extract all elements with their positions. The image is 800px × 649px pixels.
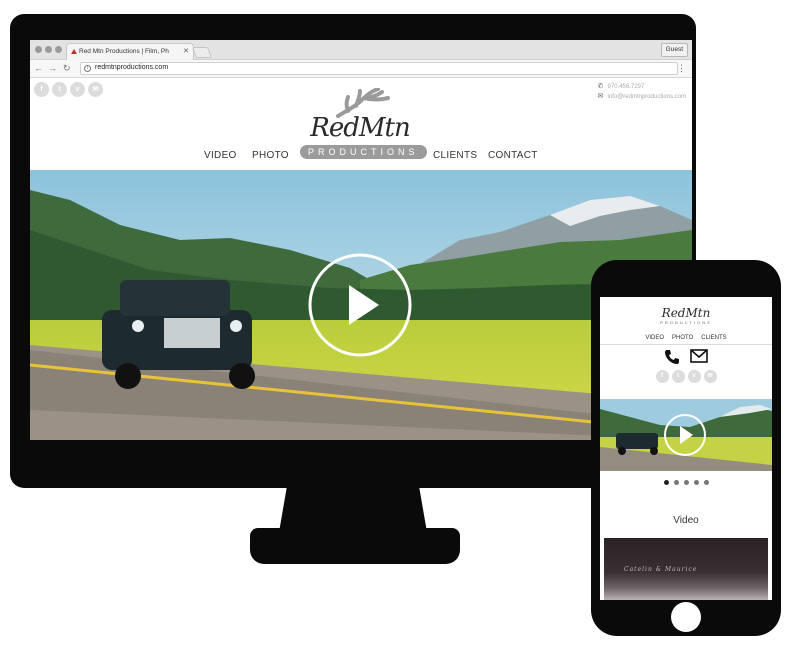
mobile-social-links: f t v ✉ xyxy=(600,370,772,383)
logo-subtitle: PRODUCTIONS xyxy=(300,145,427,159)
phone-icon[interactable] xyxy=(664,349,680,365)
vimeo-icon[interactable]: v xyxy=(687,370,701,383)
carousel-dot-5[interactable] xyxy=(703,480,709,485)
header-contact: ✆ 970.456.7297 ✉ info@redmtnproductions.co… xyxy=(598,82,686,102)
video-thumbnail[interactable]: Catelin & Maurice xyxy=(604,538,768,600)
tab-close-icon[interactable]: ✕ xyxy=(183,47,189,55)
carousel-dot-1[interactable] xyxy=(663,480,669,485)
phone-icon: ✆ xyxy=(597,83,604,90)
address-bar[interactable]: i redmtnproductions.com xyxy=(80,62,678,75)
tab-title: Red Mtn Productions | Film, Ph xyxy=(79,48,169,55)
carousel-dots xyxy=(600,480,772,485)
mobile-nav-photo[interactable]: PHOTO xyxy=(672,335,693,341)
site-logo[interactable]: RedMtn PRODUCTIONS xyxy=(300,88,427,172)
carousel-dot-3[interactable] xyxy=(683,480,689,485)
mobile-play-button-icon[interactable] xyxy=(663,413,707,457)
twitter-icon[interactable]: t xyxy=(52,82,67,97)
nav-photo[interactable]: PHOTO xyxy=(252,150,289,161)
social-links: f t v ✉ xyxy=(34,82,103,97)
mobile-logo-wordmark: RedMtn xyxy=(661,306,711,320)
carousel-dot-2[interactable] xyxy=(673,480,679,485)
phone-screen: RedMtn PRODUCTIONS VIDEO PHOTO CLIENTS f xyxy=(600,297,772,600)
mobile-section-title: Video xyxy=(673,515,699,526)
mobile-hero-video[interactable] xyxy=(600,399,772,471)
play-button-icon[interactable] xyxy=(307,252,413,358)
phone-device: RedMtn PRODUCTIONS VIDEO PHOTO CLIENTS f xyxy=(591,260,781,636)
mobile-logo-subtitle: PRODUCTIONS xyxy=(660,320,712,325)
email-social-icon[interactable]: ✉ xyxy=(703,370,717,383)
url-text: redmtnproductions.com xyxy=(95,64,169,71)
facebook-icon[interactable]: f xyxy=(655,370,669,383)
browser-tab[interactable]: Red Mtn Productions | Film, Ph ✕ xyxy=(66,43,194,60)
phone-number[interactable]: 970.456.7297 xyxy=(608,84,645,90)
mobile-logo[interactable]: RedMtn PRODUCTIONS xyxy=(600,299,772,326)
video-thumbnail-text: Catelin & Maurice xyxy=(624,566,698,573)
facebook-icon[interactable]: f xyxy=(34,82,49,97)
mobile-nav: VIDEO PHOTO CLIENTS xyxy=(600,335,772,341)
device-mockup: Red Mtn Productions | Film, Ph ✕ Guest ←… xyxy=(0,0,800,649)
monitor-stand-base xyxy=(250,528,460,564)
mobile-nav-video[interactable]: VIDEO xyxy=(645,335,664,341)
browser-tab-bar: Red Mtn Productions | Film, Ph ✕ Guest xyxy=(30,40,692,60)
logo-wordmark: RedMtn xyxy=(310,113,410,143)
nav-video[interactable]: VIDEO xyxy=(204,150,237,161)
mobile-nav-clients[interactable]: CLIENTS xyxy=(701,335,726,341)
info-icon[interactable]: i xyxy=(84,65,91,72)
mobile-divider xyxy=(600,344,772,345)
home-button[interactable] xyxy=(671,602,701,632)
guest-profile-button[interactable]: Guest xyxy=(660,43,688,57)
email-social-icon[interactable]: ✉ xyxy=(88,82,103,97)
carousel-dot-4[interactable] xyxy=(693,480,699,485)
browser-menu-icon[interactable]: ⋮ xyxy=(677,63,686,74)
reload-icon[interactable]: ↻ xyxy=(63,63,71,74)
forward-arrow-icon[interactable]: → xyxy=(48,63,57,74)
vimeo-icon[interactable]: v xyxy=(70,82,85,97)
twitter-icon[interactable]: t xyxy=(671,370,685,383)
back-arrow-icon[interactable]: ← xyxy=(34,63,43,74)
nav-contact[interactable]: CONTACT xyxy=(488,150,538,161)
nav-clients[interactable]: CLIENTS xyxy=(433,150,477,161)
envelope-icon: ✉ xyxy=(597,93,604,100)
window-maximize-dot[interactable] xyxy=(55,46,62,53)
envelope-icon[interactable] xyxy=(690,349,708,363)
mobile-contact-icons xyxy=(600,349,772,365)
antler-icon xyxy=(336,88,390,118)
favicon-icon xyxy=(71,49,77,54)
browser-toolbar: ← → ↻ i redmtnproductions.com ⋮ xyxy=(30,60,692,78)
window-minimize-dot[interactable] xyxy=(45,46,52,53)
new-tab-button[interactable] xyxy=(191,47,213,58)
email-address[interactable]: info@redmtnproductions.com xyxy=(608,94,686,100)
window-close-dot[interactable] xyxy=(35,46,42,53)
